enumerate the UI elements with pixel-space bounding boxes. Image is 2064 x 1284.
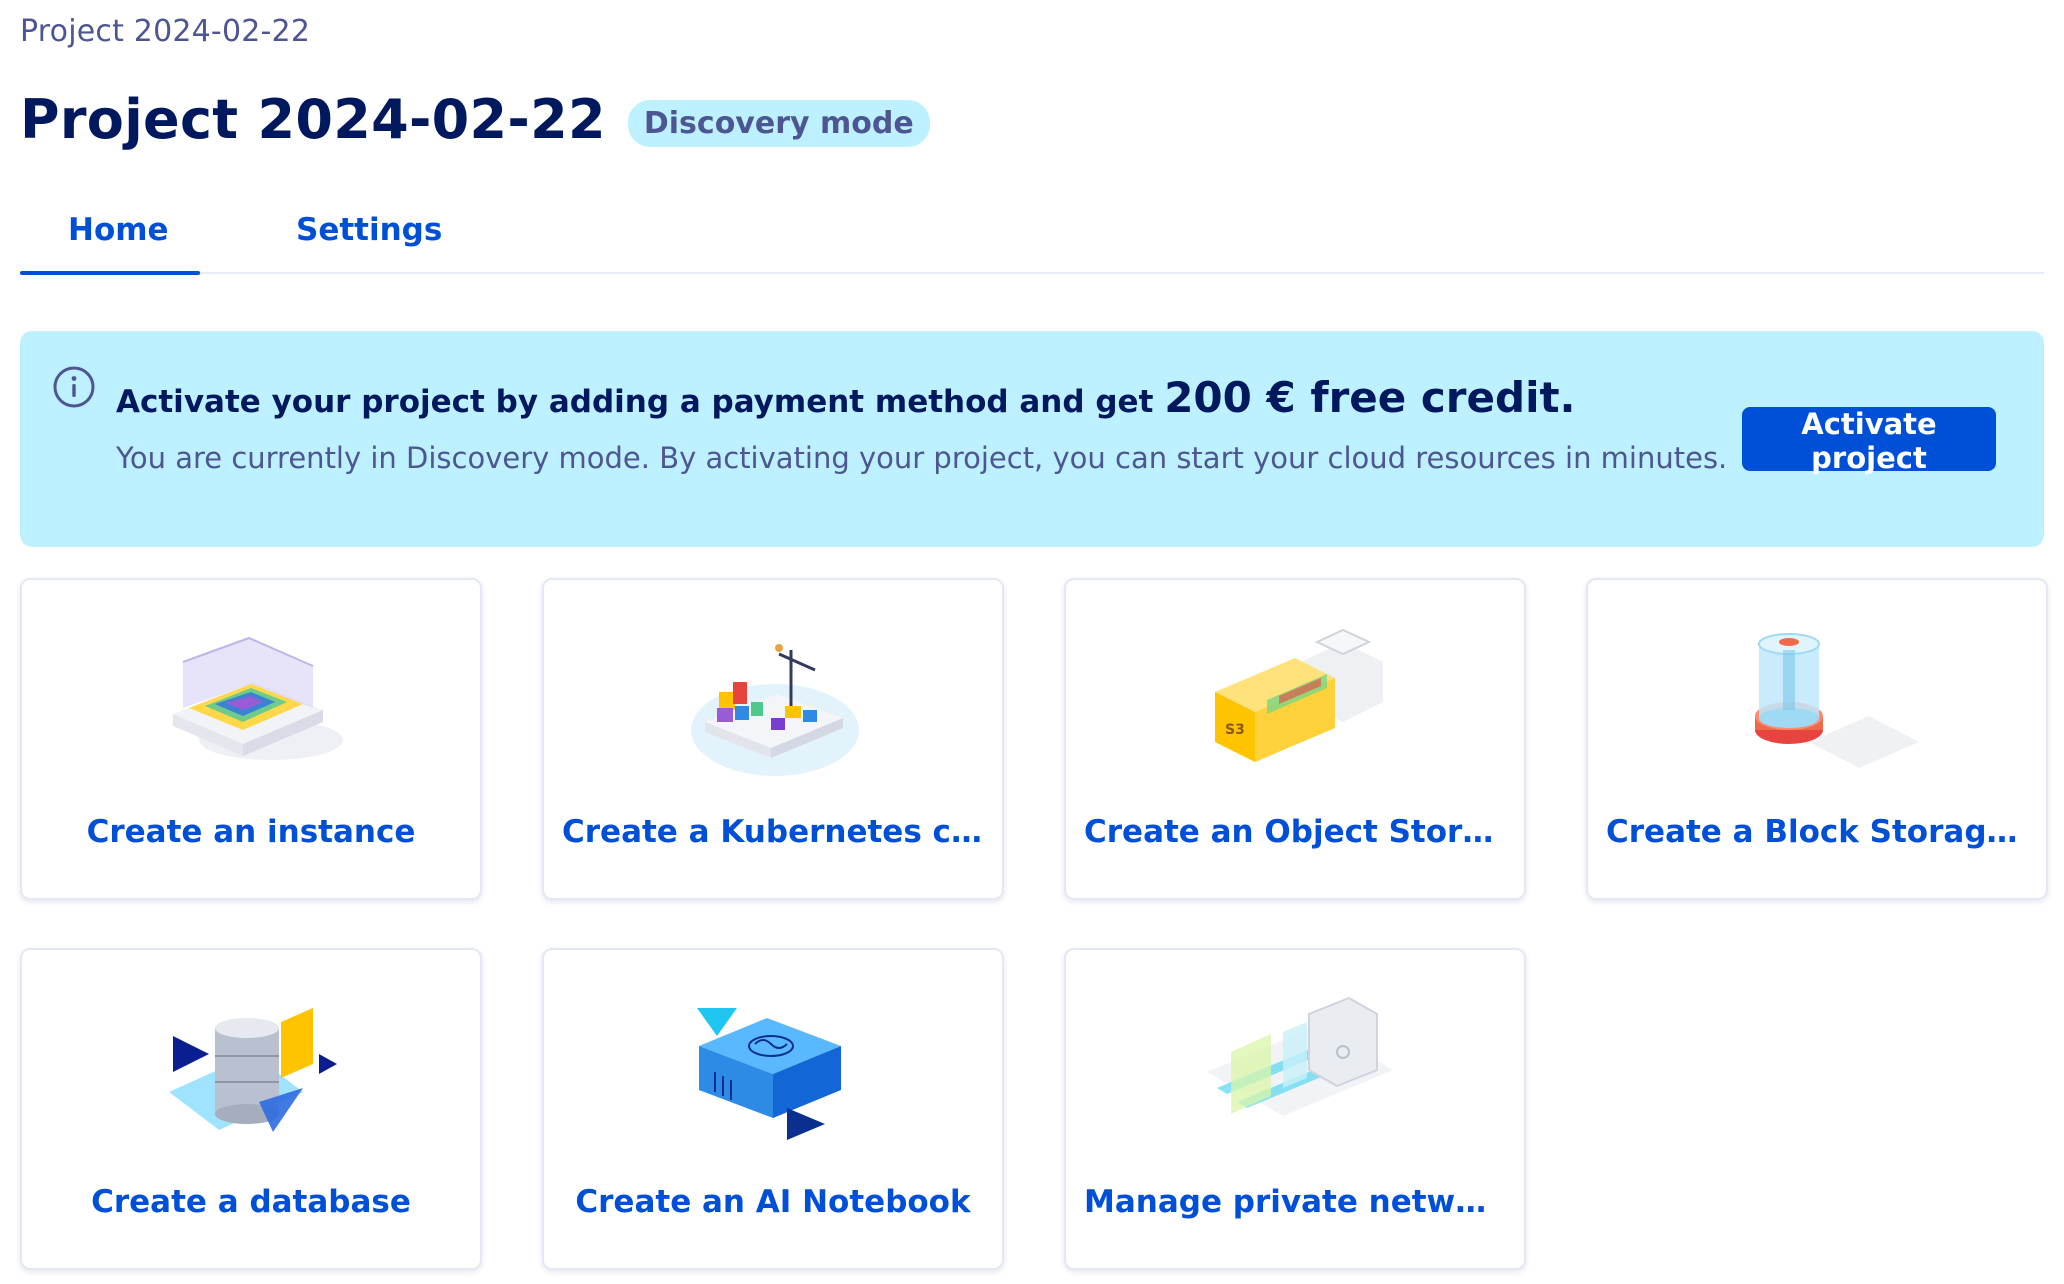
info-icon [53,366,95,408]
title-row: Project 2024-02-22 Discovery mode [20,88,930,151]
tab-settings[interactable]: Settings [296,212,442,248]
tab-home[interactable]: Home [68,212,169,248]
card-create-object-storage[interactable]: S3 Create an Object Storage … [1064,578,1526,900]
card-label: Create an AI Notebook [575,1184,971,1220]
private-network-illustration-icon [1207,996,1393,1116]
card-create-block-storage-volume[interactable]: Create a Block Storage vol… [1586,578,2048,900]
block-storage-illustration-icon [1755,633,1919,768]
free-credit-highlight: 200 € free credit. [1164,373,1576,422]
card-create-database[interactable]: Create a database [20,948,482,1270]
page-title: Project 2024-02-22 [20,88,606,151]
banner-headline-text: Activate your project by adding a paymen… [116,384,1165,420]
card-create-instance[interactable]: Create an instance [20,578,482,900]
card-create-kubernetes-cluster[interactable]: Create a Kubernetes cluster [542,578,1004,900]
status-badge: Discovery mode [627,100,930,147]
card-manage-private-networks[interactable]: Manage private networks … [1064,948,1526,1270]
card-label: Create an instance [86,814,416,850]
card-label: Create a database [91,1184,411,1220]
card-label: Create a Kubernetes cluster [562,814,984,850]
banner-headline: Activate your project by adding a paymen… [116,373,1576,422]
database-illustration-icon [169,1008,337,1132]
card-label: Manage private networks … [1084,1184,1506,1220]
active-tab-indicator [20,271,200,275]
card-label: Create an Object Storage … [1084,814,1506,850]
card-create-ai-notebook[interactable]: Create an AI Notebook [542,948,1004,1270]
ai-notebook-illustration-icon [697,1008,841,1140]
svg-text:S3: S3 [1225,722,1245,738]
object-storage-illustration-icon: S3 [1215,628,1383,762]
activate-project-button[interactable]: Activate project [1742,407,1996,475]
kubernetes-illustration-icon [691,644,859,776]
activation-banner: Activate your project by adding a paymen… [20,331,2044,547]
project-home-page: Project 2024-02-22 Project 2024-02-22 Di… [0,0,2064,1284]
instance-illustration-icon [173,636,343,760]
tab-bar: Home Settings [20,200,2044,275]
breadcrumb[interactable]: Project 2024-02-22 [20,14,310,49]
card-label: Create a Block Storage vol… [1606,814,2028,850]
banner-subtext: You are currently in Discovery mode. By … [116,441,1728,475]
